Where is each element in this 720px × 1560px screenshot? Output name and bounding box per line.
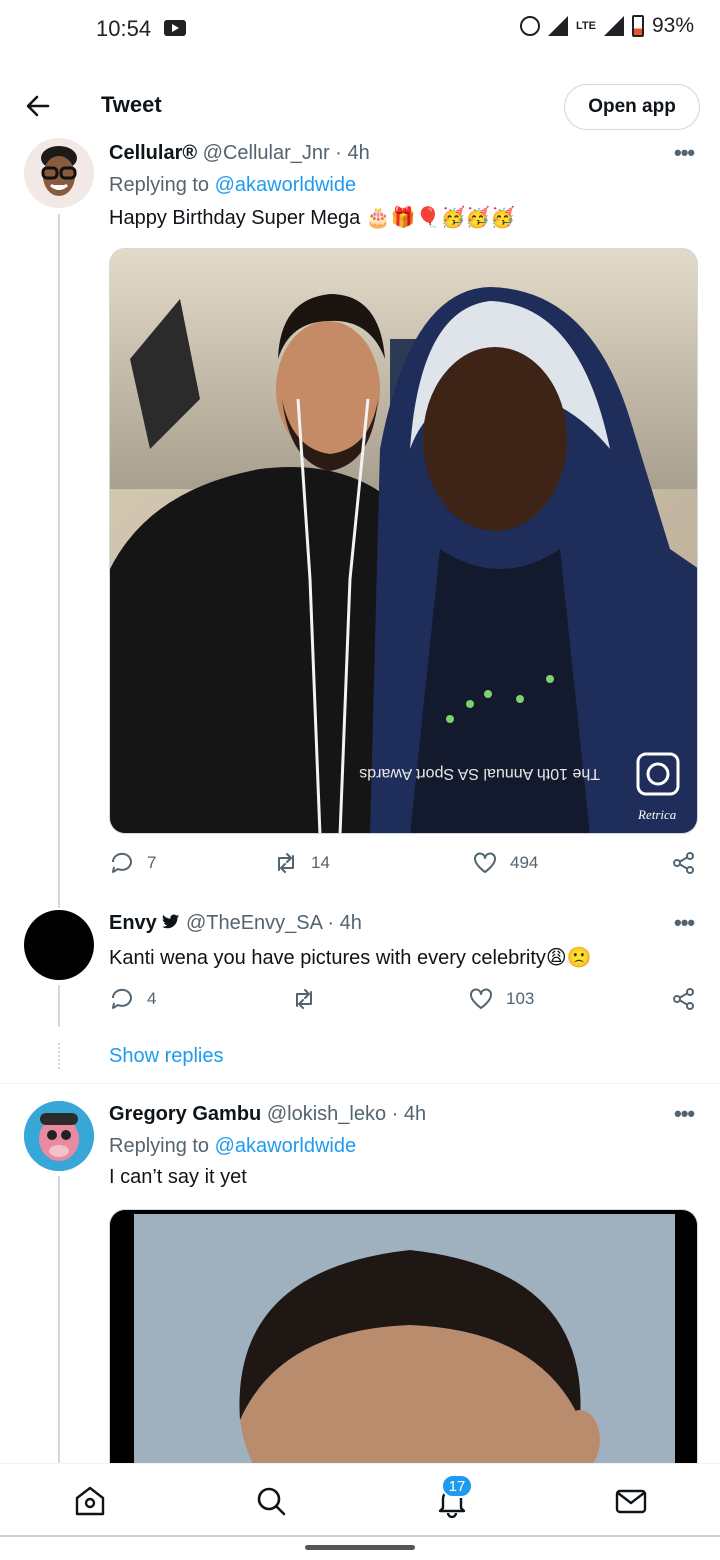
tweet-header: Gregory Gambu @lokish_leko · 4h [109,1103,426,1126]
show-replies-link[interactable]: Show replies [109,1045,224,1068]
more-options-icon[interactable]: ••• [674,140,695,166]
like-button[interactable]: 103 [468,986,534,1012]
tweet-text: I can’t say it yet [109,1166,247,1189]
messages-icon[interactable] [614,1484,648,1518]
photo-two-men-selfie: The 10th Annual SA Sport Awards Retrica [110,249,697,833]
mention-link[interactable]: @akaworldwide [215,1135,356,1157]
system-nav-divider [0,1535,720,1537]
tweet-photo[interactable] [109,1209,698,1463]
like-button[interactable]: 494 [472,850,538,876]
tweet-header: Envy @TheEnvy_SA · 4h [109,912,362,935]
tweet-photo[interactable]: The 10th Annual SA Sport Awards Retrica [109,248,698,834]
signal-icon [548,16,568,36]
display-name[interactable]: Gregory Gambu [109,1103,261,1125]
reply-icon [111,988,132,1009]
twitter-bird-icon [162,914,180,929]
bottom-nav: 17 [0,1463,720,1535]
share-button[interactable] [671,986,697,1012]
replying-prefix: Replying to [109,1135,210,1157]
replying-prefix: Replying to [109,174,210,196]
tweet-actions: 4 103 [109,986,698,1016]
retweet-button[interactable] [291,986,329,1012]
handle-and-time: @lokish_leko · 4h [266,1103,427,1125]
reply-icon [111,852,132,873]
home-icon[interactable] [73,1484,107,1518]
back-arrow-icon[interactable] [24,92,52,120]
thread-line [58,214,60,908]
more-options-icon[interactable]: ••• [674,910,695,936]
replying-to: Replying to @akaworldwide [109,174,356,197]
more-options-icon[interactable]: ••• [674,1101,695,1127]
cartoon-ape-avatar-icon [24,1101,94,1171]
reply-button[interactable]: 7 [109,850,156,876]
cast-icon [164,20,186,36]
battery-icon [631,15,644,37]
reply-count: 4 [147,989,157,1008]
share-button[interactable] [671,850,697,876]
shirt-print: The 10th Annual SA Sport Awards [359,765,600,782]
reply-count: 7 [147,853,157,872]
display-name[interactable]: Cellular® [109,142,197,164]
status-indicators: LTE 93% [520,14,694,38]
tweet-body: Kanti wena you have pictures with every … [109,947,546,969]
gesture-handle[interactable] [305,1545,415,1550]
emoji-group: 😩🙁 [545,947,592,969]
replying-to: Replying to @akaworldwide [109,1135,356,1158]
share-icon [673,852,694,874]
thread-line [58,985,60,1027]
top-bar: Tweet Open app [0,74,720,140]
mention-link[interactable]: @akaworldwide [215,174,356,196]
search-icon[interactable] [254,1484,288,1518]
cartoon-avatar-icon [41,146,77,196]
handle-and-time: @TheEnvy_SA · 4h [185,912,362,934]
retweet-icon [278,853,294,873]
tweet-actions: 7 14 494 [109,850,698,880]
heart-icon [474,852,496,873]
divider [0,1083,720,1084]
battery-level: 93% [651,14,694,37]
avatar[interactable] [24,1101,94,1171]
photo-watermark: Retrica [637,807,677,822]
retweet-icon [296,989,312,1009]
retweet-count: 14 [311,853,330,872]
status-time: 10:54 [96,16,152,41]
reply-button[interactable]: 4 [109,986,156,1012]
status-bar: 10:54 LTE 93% [0,0,720,60]
retweet-button[interactable]: 14 [273,850,330,876]
open-app-button[interactable]: Open app [564,84,700,130]
tweet-text: Happy Birthday Super Mega 🎂🎁🎈🥳🥳🥳 [109,205,515,230]
network-type: LTE [576,20,596,32]
handle-and-time: @Cellular_Jnr · 4h [202,142,370,164]
tweet-text: Kanti wena you have pictures with every … [109,945,592,970]
thread-line-dotted [58,1043,60,1069]
emoji-group: 🎂🎁🎈🥳🥳🥳 [365,207,516,229]
display-name[interactable]: Envy [109,912,157,934]
avatar[interactable] [24,138,94,208]
photo-young-boy [134,1214,675,1463]
share-icon [673,988,694,1010]
page-title: Tweet [101,92,162,117]
notifications-badge: 17 [441,1474,473,1498]
tweet-header: Cellular® @Cellular_Jnr · 4h [109,142,370,165]
signal-icon [603,16,624,36]
thread-line [58,1176,60,1463]
tweet-body: I can’t say it yet [109,1166,247,1188]
like-count: 494 [510,853,539,872]
tweet-body: Happy Birthday Super Mega [109,207,361,229]
avatar[interactable] [24,910,94,980]
like-count: 103 [506,989,535,1008]
alarm-icon [520,16,540,36]
heart-icon [470,988,492,1009]
